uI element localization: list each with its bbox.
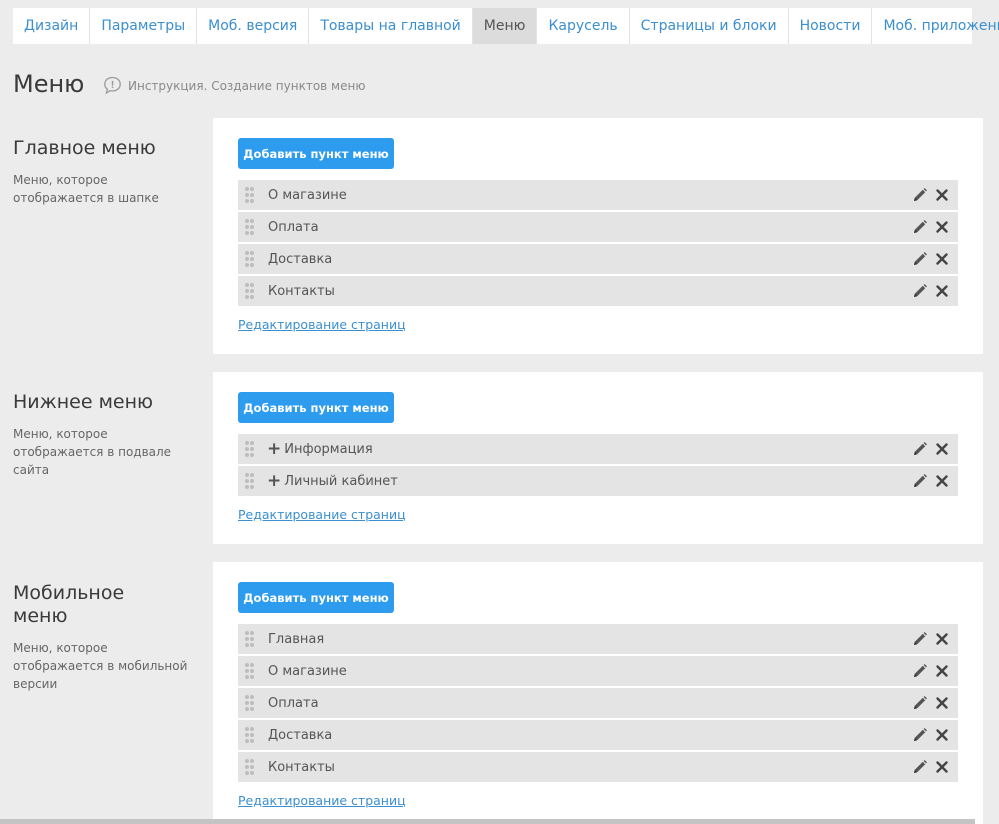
menu-items-list: + Информация + Личный кабинет <box>238 434 958 498</box>
plus-icon[interactable]: + <box>267 466 281 496</box>
drag-handle-icon[interactable] <box>245 219 254 235</box>
page-title: Меню <box>13 70 85 98</box>
pencil-icon[interactable] <box>912 283 928 299</box>
close-icon[interactable] <box>934 441 950 457</box>
item-label: Доставка <box>268 251 333 267</box>
drag-handle-icon[interactable] <box>245 695 254 711</box>
list-item[interactable]: Оплата <box>238 212 958 242</box>
main-menu-card: Добавить пункт меню О магазине Оплата До… <box>213 118 983 354</box>
drag-handle-icon[interactable] <box>245 663 254 679</box>
list-item[interactable]: Доставка <box>238 720 958 750</box>
drag-handle-icon[interactable] <box>245 759 254 775</box>
drag-handle-icon[interactable] <box>245 631 254 647</box>
close-icon[interactable] <box>934 219 950 235</box>
plus-icon[interactable]: + <box>267 434 281 464</box>
close-icon[interactable] <box>934 759 950 775</box>
section-description: Меню, которое отображается в подвале сай… <box>13 427 172 477</box>
section-description: Меню, которое отображается в мобильной в… <box>13 641 188 691</box>
main-menu-info: Главное меню Меню, которое отображается … <box>13 137 198 207</box>
speech-bubble-info-icon <box>103 76 122 95</box>
close-icon[interactable] <box>934 251 950 267</box>
tab-mobile-app[interactable]: Моб. приложение <box>872 8 999 44</box>
tab-design[interactable]: Дизайн <box>13 8 91 44</box>
top-tabs: Дизайн Параметры Моб. версия Товары на г… <box>13 8 999 44</box>
pencil-icon[interactable] <box>912 473 928 489</box>
section-title: Нижнее меню <box>13 391 154 413</box>
pencil-icon[interactable] <box>912 219 928 235</box>
drag-handle-icon[interactable] <box>245 251 254 267</box>
list-item[interactable]: + Личный кабинет <box>238 466 958 496</box>
drag-handle-icon[interactable] <box>245 283 254 299</box>
close-icon[interactable] <box>934 283 950 299</box>
instruction-link[interactable]: Инструкция. Создание пунктов меню <box>103 76 365 95</box>
tab-carousel[interactable]: Карусель <box>537 8 630 44</box>
drag-handle-icon[interactable] <box>245 441 254 457</box>
tab-pages-blocks[interactable]: Страницы и блоки <box>630 8 789 44</box>
list-item[interactable]: Доставка <box>238 244 958 274</box>
drag-handle-icon[interactable] <box>245 187 254 203</box>
list-item[interactable]: О магазине <box>238 656 958 686</box>
close-icon[interactable] <box>934 473 950 489</box>
pencil-icon[interactable] <box>912 663 928 679</box>
footer-menu-info: Нижнее меню Меню, которое отображается в… <box>13 391 198 479</box>
item-label: Оплата <box>268 219 319 235</box>
item-label: Контакты <box>268 759 335 775</box>
close-icon[interactable] <box>934 663 950 679</box>
item-label: Информация <box>284 441 373 457</box>
section-title: Мобильное меню <box>13 582 125 627</box>
close-icon[interactable] <box>934 727 950 743</box>
pencil-icon[interactable] <box>912 251 928 267</box>
section-description: Меню, которое отображается в шапке <box>13 173 159 205</box>
pencil-icon[interactable] <box>912 187 928 203</box>
tab-parameters[interactable]: Параметры <box>90 8 198 44</box>
add-menu-item-button[interactable]: Добавить пункт меню <box>238 138 394 169</box>
list-item[interactable]: Главная <box>238 624 958 654</box>
item-label: Доставка <box>268 727 333 743</box>
drag-handle-icon[interactable] <box>245 727 254 743</box>
item-label: О магазине <box>268 187 347 203</box>
pencil-icon[interactable] <box>912 695 928 711</box>
tab-menu[interactable]: Меню <box>472 8 538 44</box>
pencil-icon[interactable] <box>912 727 928 743</box>
item-label: Главная <box>268 631 325 647</box>
pencil-icon[interactable] <box>912 631 928 647</box>
edit-pages-link[interactable]: Редактирование страниц <box>238 507 406 522</box>
add-menu-item-button[interactable]: Добавить пункт меню <box>238 582 394 613</box>
edit-pages-link[interactable]: Редактирование страниц <box>238 317 406 332</box>
horizontal-scrollbar[interactable] <box>0 819 975 824</box>
close-icon[interactable] <box>934 187 950 203</box>
edit-pages-link[interactable]: Редактирование страниц <box>238 793 406 808</box>
list-item[interactable]: + Информация <box>238 434 958 464</box>
item-label: Личный кабинет <box>284 473 398 489</box>
item-label: Контакты <box>268 283 335 299</box>
list-item[interactable]: Контакты <box>238 276 958 306</box>
add-menu-item-button[interactable]: Добавить пункт меню <box>238 392 394 423</box>
item-label: О магазине <box>268 663 347 679</box>
mobile-menu-card: Добавить пункт меню Главная О магазине О… <box>213 562 983 824</box>
menu-items-list: Главная О магазине Оплата Доставка Конта… <box>238 624 958 784</box>
tab-home-products[interactable]: Товары на главной <box>309 8 473 44</box>
mobile-menu-info: Мобильное меню Меню, которое отображаетс… <box>13 582 198 693</box>
list-item[interactable]: Контакты <box>238 752 958 782</box>
pencil-icon[interactable] <box>912 759 928 775</box>
instruction-text: Инструкция. Создание пунктов меню <box>128 78 366 93</box>
tab-mobile-version[interactable]: Моб. версия <box>197 8 310 44</box>
menu-items-list: О магазине Оплата Доставка Контакты <box>238 180 958 308</box>
section-title: Главное меню <box>13 137 156 159</box>
tab-news[interactable]: Новости <box>789 8 873 44</box>
close-icon[interactable] <box>934 631 950 647</box>
list-item[interactable]: Оплата <box>238 688 958 718</box>
close-icon[interactable] <box>934 695 950 711</box>
drag-handle-icon[interactable] <box>245 473 254 489</box>
list-item[interactable]: О магазине <box>238 180 958 210</box>
pencil-icon[interactable] <box>912 441 928 457</box>
item-label: Оплата <box>268 695 319 711</box>
footer-menu-card: Добавить пункт меню + Информация + Личны… <box>213 372 983 544</box>
